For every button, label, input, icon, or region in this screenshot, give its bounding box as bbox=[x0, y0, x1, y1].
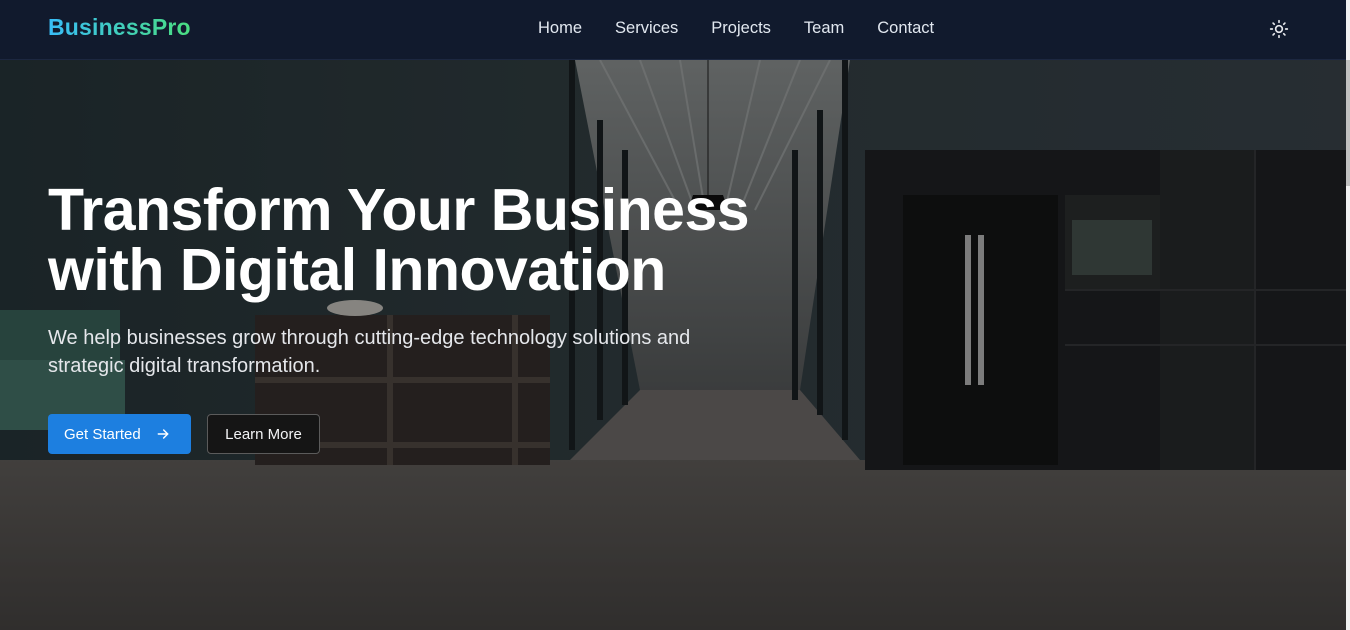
learn-more-button[interactable]: Learn More bbox=[207, 414, 320, 454]
nav-contact[interactable]: Contact bbox=[877, 18, 934, 38]
theme-toggle-button[interactable] bbox=[1266, 16, 1292, 42]
hero-section: Transform Your Business with Digital Inn… bbox=[0, 60, 1346, 630]
get-started-button[interactable]: Get Started bbox=[48, 414, 191, 454]
page-scrollbar[interactable] bbox=[1346, 0, 1350, 630]
top-navbar: BusinessPro Home Services Projects Team … bbox=[0, 0, 1346, 60]
hero-content: Transform Your Business with Digital Inn… bbox=[48, 180, 828, 454]
hero-subtitle-line-1: We help businesses grow through cutting-… bbox=[48, 327, 691, 349]
brand-logo[interactable]: BusinessPro bbox=[48, 14, 191, 41]
nav-services[interactable]: Services bbox=[615, 18, 678, 38]
hero-subtitle-line-2: strategic digital transformation. bbox=[48, 355, 321, 377]
hero-title-line-2: with Digital Innovation bbox=[48, 237, 666, 303]
hero-subtitle: We help businesses grow through cutting-… bbox=[48, 324, 768, 380]
nav-home[interactable]: Home bbox=[538, 18, 582, 38]
hero-title: Transform Your Business with Digital Inn… bbox=[48, 180, 828, 300]
scrollbar-thumb[interactable] bbox=[1346, 60, 1350, 186]
nav-team[interactable]: Team bbox=[804, 18, 844, 38]
arrow-right-icon bbox=[157, 429, 169, 439]
main-nav: Home Services Projects Team Contact bbox=[538, 18, 967, 38]
sun-icon bbox=[1269, 19, 1289, 39]
hero-cta-row: Get Started Learn More bbox=[48, 414, 828, 454]
get-started-label: Get Started bbox=[64, 425, 141, 443]
nav-projects[interactable]: Projects bbox=[711, 18, 771, 38]
hero-title-line-1: Transform Your Business bbox=[48, 177, 750, 243]
